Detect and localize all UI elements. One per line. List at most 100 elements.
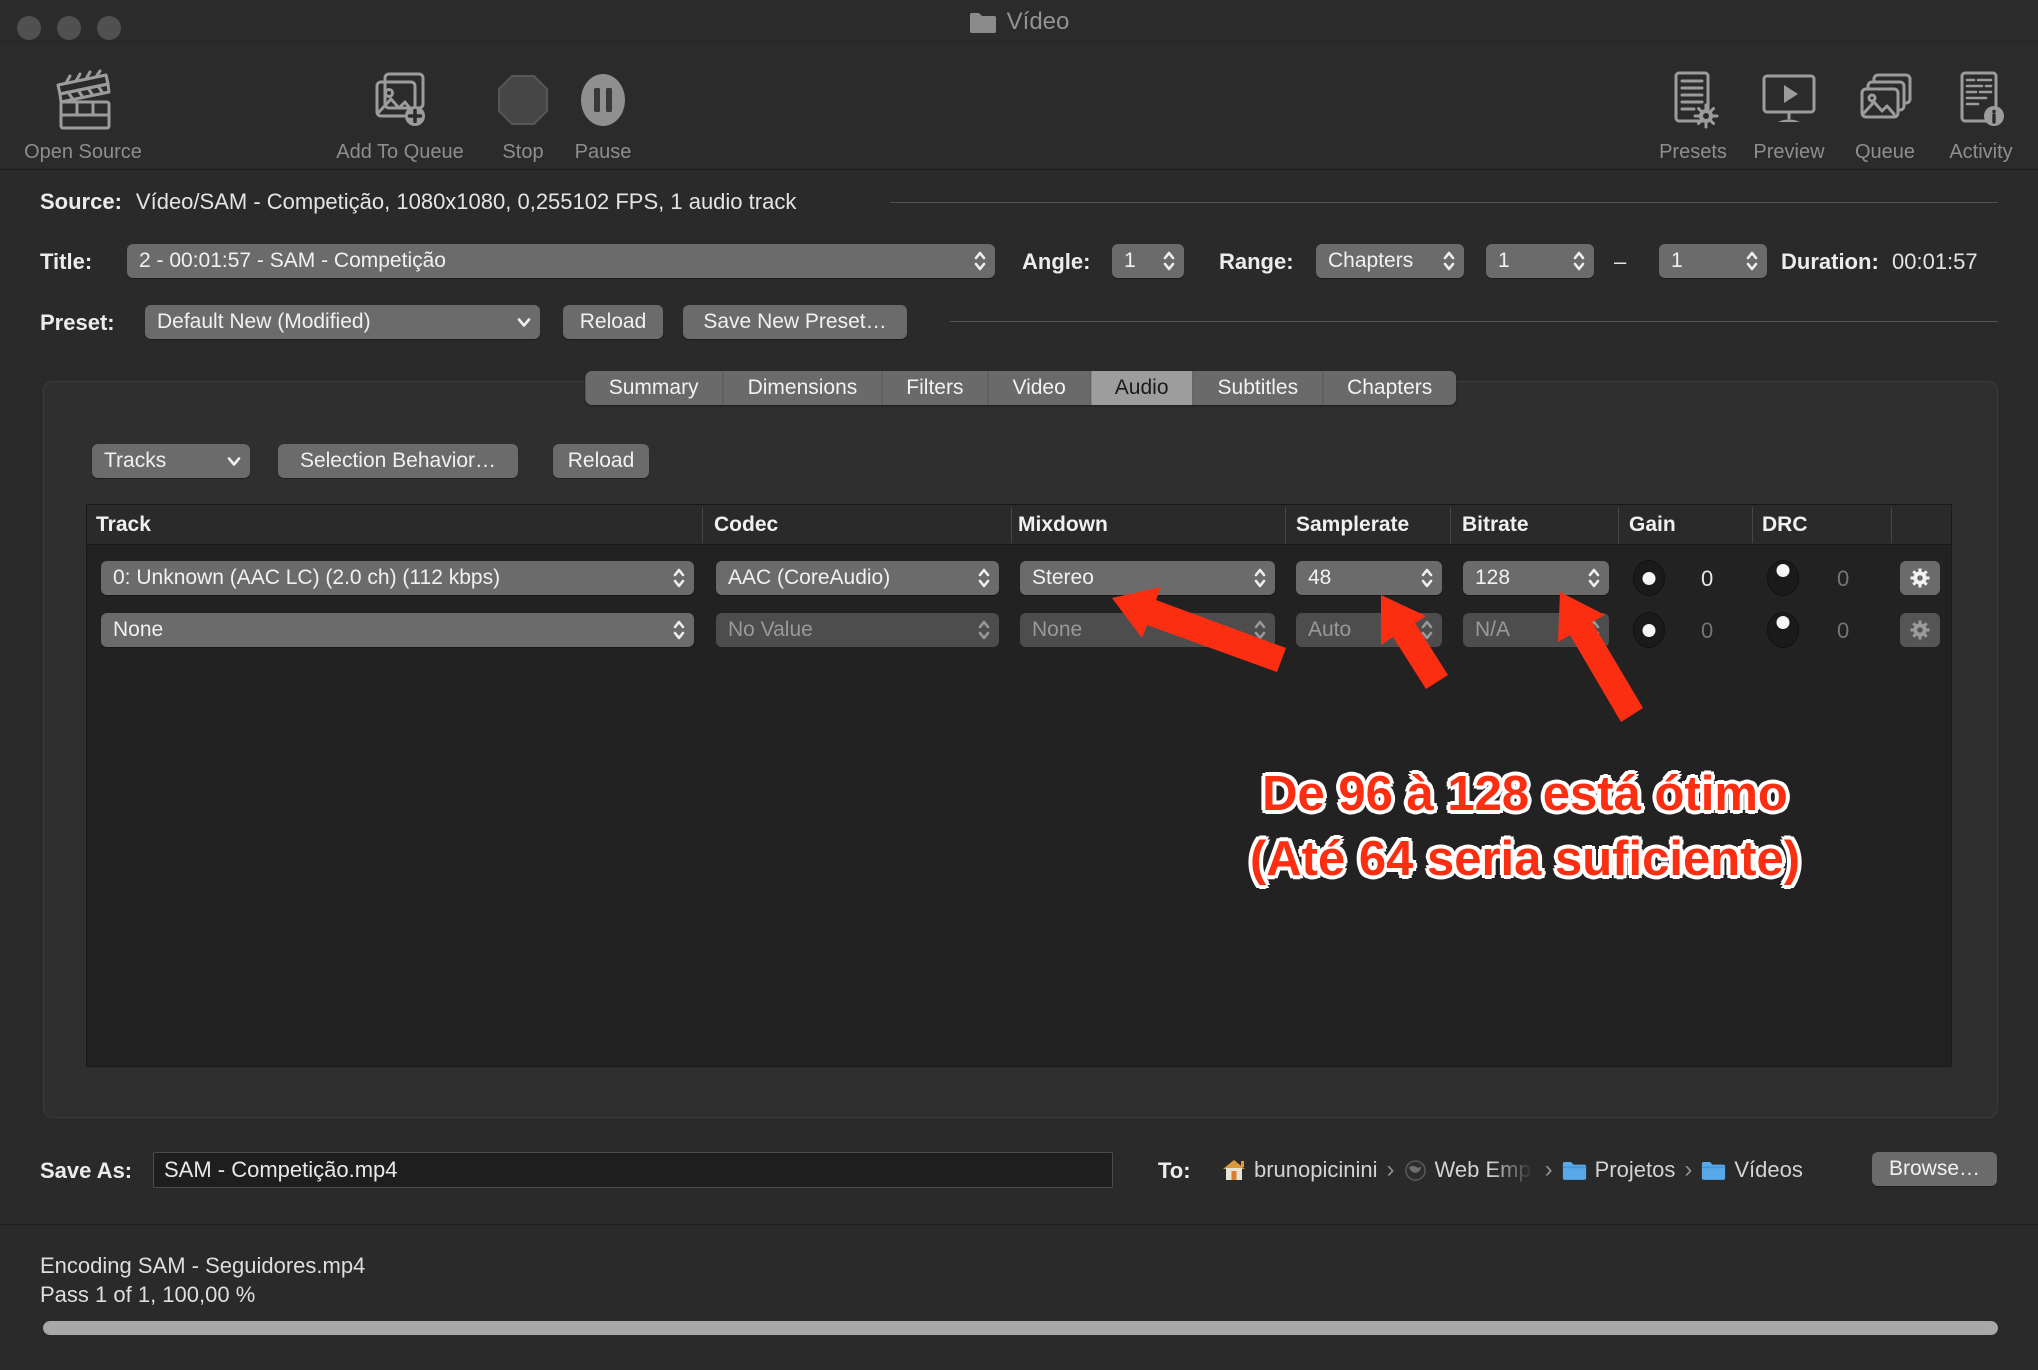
pause-icon [577, 63, 629, 137]
updown-chevrons-icon [977, 566, 991, 590]
tracks-dropdown[interactable]: Tracks [92, 444, 250, 478]
codec-select[interactable]: AAC (CoreAudio) [716, 561, 999, 595]
codec-select: No Value [716, 613, 999, 647]
annotation-line-1: De 96 à 128 está ótimo [1230, 762, 1820, 827]
gear-icon [1908, 566, 1932, 590]
home-icon [1222, 1158, 1246, 1182]
col-bitrate: Bitrate [1462, 513, 1529, 537]
progress-fill [43, 1321, 1998, 1335]
column-divider [1011, 507, 1012, 543]
open-source-button[interactable]: Open Source [8, 52, 158, 164]
handbrake-window: Vídeo Open Source [0, 0, 2038, 1370]
add-to-queue-button[interactable]: Add To Queue [327, 52, 473, 164]
add-to-queue-icon [369, 63, 431, 137]
source-value: Vídeo/SAM - Competição, 1080x1080, 0,255… [136, 189, 796, 215]
destination-breadcrumb: brunopicinini › Web Empi › Projetos › Ví… [1222, 1152, 1803, 1188]
activity-button[interactable]: Activity [1936, 52, 2026, 164]
angle-label: Angle: [1022, 249, 1090, 275]
gain-knob[interactable] [1633, 612, 1665, 648]
drc-knob[interactable] [1767, 560, 1799, 596]
chevron-down-icon [516, 317, 532, 328]
angle-stepper[interactable]: 1 [1112, 244, 1184, 278]
folder-icon [1701, 1160, 1726, 1180]
bitrate-stepper[interactable]: 128 [1463, 561, 1609, 595]
toolbar-label: Preview [1753, 141, 1824, 164]
range-to-stepper[interactable]: 1 [1659, 244, 1767, 278]
to-label: To: [1158, 1158, 1191, 1184]
updown-chevrons-icon [1587, 618, 1601, 642]
queue-button[interactable]: Queue [1840, 52, 1930, 164]
breadcrumb-videos[interactable]: Vídeos [1701, 1157, 1803, 1183]
tab-filters[interactable]: Filters [882, 371, 988, 405]
save-new-preset-button[interactable]: Save New Preset… [683, 305, 907, 339]
clapperboard-icon [52, 63, 114, 137]
annotation-line-2: (Até 64 seria suficiente) [1230, 827, 1820, 892]
range-type-select[interactable]: Chapters [1316, 244, 1464, 278]
encoding-status-line: Encoding SAM - Seguidores.mp4 [40, 1253, 365, 1279]
updown-chevrons-icon [977, 618, 991, 642]
table-header: Track Codec Mixdown Samplerate Bitrate G… [87, 505, 1951, 545]
track-select[interactable]: 0: Unknown (AAC LC) (2.0 ch) (112 kbps) [101, 561, 694, 595]
samplerate-stepper: Auto [1296, 613, 1442, 647]
folder-icon [1562, 1160, 1587, 1180]
globe-icon [1404, 1159, 1427, 1182]
duration-value: 00:01:57 [1892, 249, 1978, 275]
breadcrumb-projetos[interactable]: Projetos [1562, 1157, 1676, 1183]
preview-button[interactable]: Preview [1744, 52, 1834, 164]
presets-icon [1664, 63, 1722, 137]
gain-knob[interactable] [1633, 560, 1665, 596]
drc-value: 0 [1837, 566, 1849, 592]
drc-value: 0 [1837, 618, 1849, 644]
breadcrumb-chevron: › [1545, 1156, 1553, 1184]
gain-value: 0 [1701, 566, 1713, 592]
toolbar-right-group: Presets Preview [1648, 52, 2026, 164]
tab-audio[interactable]: Audio [1091, 371, 1194, 405]
tab-video[interactable]: Video [988, 371, 1090, 405]
preset-reload-button[interactable]: Reload [563, 305, 663, 339]
tab-bar: Summary Dimensions Filters Video Audio S… [585, 371, 1457, 405]
title-label: Title: [40, 249, 92, 275]
col-track: Track [96, 513, 151, 537]
preset-divider [950, 321, 1998, 322]
tab-dimensions[interactable]: Dimensions [724, 371, 883, 405]
toolbar-label: Activity [1949, 141, 2012, 164]
track-select[interactable]: None [101, 613, 694, 647]
tab-subtitles[interactable]: Subtitles [1194, 371, 1324, 405]
updown-chevrons-icon [672, 618, 686, 642]
track-settings-button[interactable] [1900, 561, 1940, 595]
updown-chevrons-icon [1420, 618, 1434, 642]
range-from-stepper[interactable]: 1 [1486, 244, 1594, 278]
column-divider [1891, 507, 1892, 543]
col-mixdown: Mixdown [1018, 513, 1108, 537]
mixdown-select[interactable]: Stereo [1020, 561, 1275, 595]
samplerate-stepper[interactable]: 48 [1296, 561, 1442, 595]
updown-chevrons-icon [1745, 249, 1759, 273]
title-select[interactable]: 2 - 00:01:57 - SAM - Competição [127, 244, 995, 278]
selection-behavior-button[interactable]: Selection Behavior… [278, 444, 518, 478]
drc-knob[interactable] [1767, 612, 1799, 648]
presets-button[interactable]: Presets [1648, 52, 1738, 164]
pause-button[interactable]: Pause [570, 52, 636, 164]
gear-icon [1908, 618, 1932, 642]
updown-chevrons-icon [1587, 566, 1601, 590]
settings-panel: Summary Dimensions Filters Video Audio S… [43, 381, 1998, 1118]
annotation-text: De 96 à 128 está ótimo (Até 64 seria suf… [1230, 762, 1820, 892]
stop-button[interactable]: Stop [490, 52, 556, 164]
tracks-reload-button[interactable]: Reload [553, 444, 649, 478]
save-as-input[interactable] [153, 1152, 1113, 1188]
toolbar-label: Add To Queue [336, 141, 464, 164]
toolbar-label: Pause [575, 141, 632, 164]
breadcrumb-web-empire[interactable]: Web Empi [1404, 1157, 1536, 1183]
track-settings-button [1900, 613, 1940, 647]
breadcrumb-home[interactable]: brunopicinini [1222, 1157, 1378, 1183]
pass-status-line: Pass 1 of 1, 100,00 % [40, 1282, 255, 1308]
tab-summary[interactable]: Summary [585, 371, 724, 405]
tab-chapters[interactable]: Chapters [1323, 371, 1456, 405]
updown-chevrons-icon [1253, 566, 1267, 590]
browse-button[interactable]: Browse… [1872, 1152, 1997, 1186]
mixdown-select: None [1020, 613, 1275, 647]
col-drc: DRC [1762, 513, 1808, 537]
range-dash: – [1614, 249, 1626, 275]
toolbar-label: Open Source [24, 141, 142, 164]
preset-select[interactable]: Default New (Modified) [145, 305, 540, 339]
